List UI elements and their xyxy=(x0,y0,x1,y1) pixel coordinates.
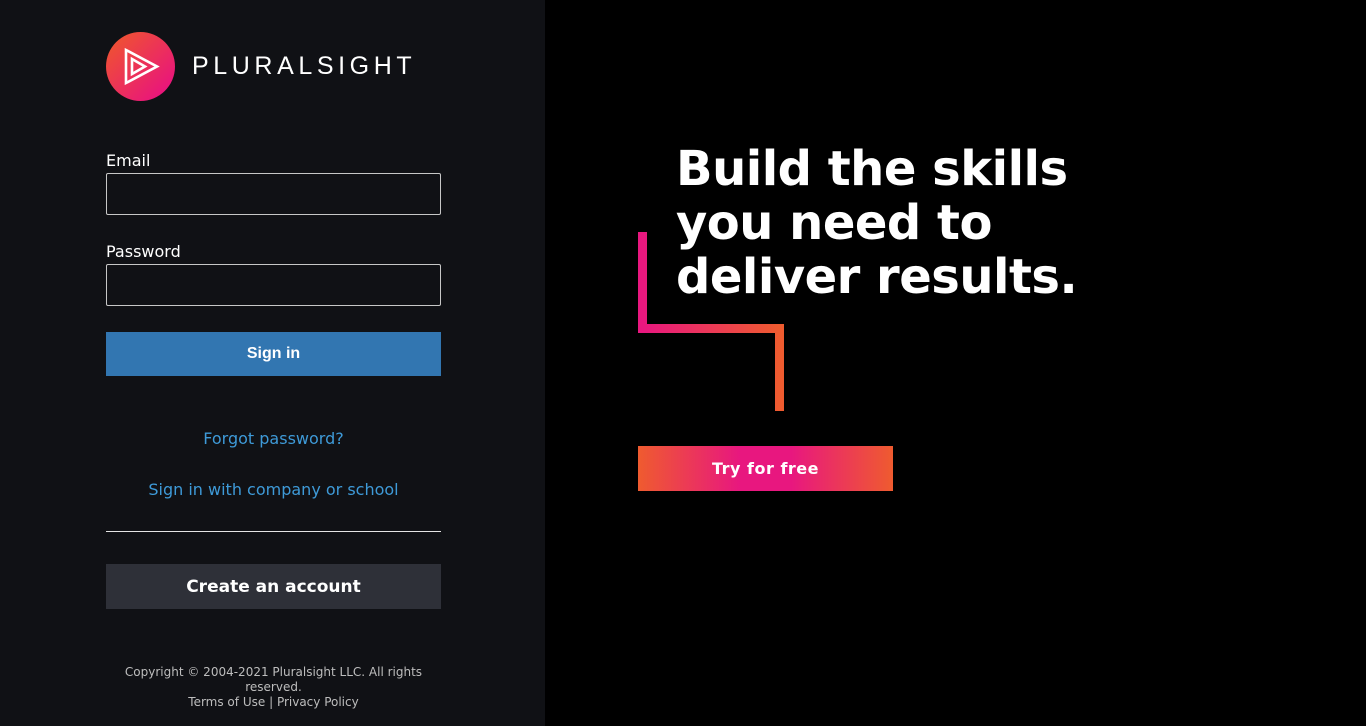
email-label: Email xyxy=(106,151,151,170)
email-field[interactable] xyxy=(106,173,441,215)
pluralsight-logo-icon[interactable] xyxy=(106,32,175,101)
terms-of-use-link[interactable]: Terms of Use xyxy=(188,695,265,709)
forgot-password-link[interactable]: Forgot password? xyxy=(106,429,441,449)
footer-separator: | xyxy=(269,695,274,709)
footer: Copyright © 2004-2021 Pluralsight LLC. A… xyxy=(106,665,441,710)
copyright-text: Copyright © 2004-2021 Pluralsight LLC. A… xyxy=(124,665,423,694)
headline-line-1: Build the skills xyxy=(676,141,1068,197)
footer-links: Terms of Use | Privacy Policy xyxy=(106,695,441,710)
play-triangle-icon xyxy=(124,47,160,86)
sign-in-button[interactable]: Sign in xyxy=(106,332,441,376)
password-label: Password xyxy=(106,242,181,261)
promo-headline: Build the skills you need to deliver res… xyxy=(676,141,1078,305)
privacy-policy-link[interactable]: Privacy Policy xyxy=(277,695,359,709)
divider xyxy=(106,531,441,532)
try-for-free-button[interactable]: Try for free xyxy=(638,446,893,491)
create-account-button[interactable]: Create an account xyxy=(106,564,441,609)
headline-line-3: deliver results. xyxy=(676,249,1078,305)
signin-panel: PLURALSIGHT Email Password Sign in Forgo… xyxy=(0,0,545,726)
headline-line-2: you need to xyxy=(676,195,992,251)
company-signin-link[interactable]: Sign in with company or school xyxy=(106,480,441,500)
brand-wordmark: PLURALSIGHT xyxy=(192,52,417,80)
password-field[interactable] xyxy=(106,264,441,306)
